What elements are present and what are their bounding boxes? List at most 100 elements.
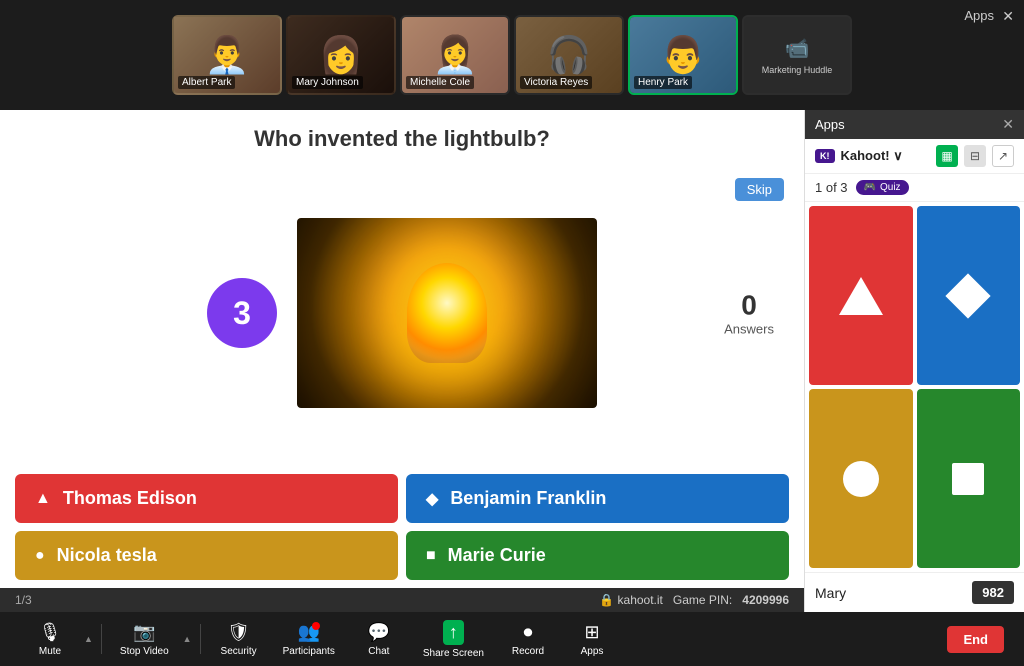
answer-shape-4: ■ (426, 547, 436, 565)
color-tile-yellow[interactable] (809, 389, 913, 568)
color-tile-blue[interactable] (917, 206, 1021, 385)
participant-name-1: Albert Park (178, 76, 235, 89)
quiz-badge: 🎮 Quiz (856, 180, 909, 195)
footer-pin-label: Game PIN: (673, 593, 732, 607)
answer-text-2: Benjamin Franklin (450, 488, 606, 509)
answer-text-1: Thomas Edison (63, 488, 197, 509)
answer-shape-2: ◆ (426, 489, 438, 509)
zoom-control-mute[interactable]: 🎙 Mute (20, 622, 80, 657)
video-label: Stop Video (120, 646, 169, 657)
quiz-badge-text: Quiz (880, 182, 901, 193)
apps-icon: ⊞ (584, 622, 599, 643)
panel-header-icons: ✕ (1002, 116, 1014, 133)
chat-icon: 💬 (368, 622, 390, 643)
panel-close-icon[interactable]: ✕ (1002, 116, 1014, 133)
participant-name-2: Mary Johnson (292, 76, 363, 89)
right-panel: Apps ✕ K! Kahoot! ∨ ▦ ⊟ ↗ 1 of 3 🎮 Quiz (804, 110, 1024, 612)
panel-header: Apps ✕ (805, 110, 1024, 139)
question-text: Who invented the lightbulb? (20, 126, 784, 152)
mute-label: Mute (39, 646, 61, 657)
main-content: Who invented the lightbulb? 3 Skip 0 Ans… (0, 110, 1024, 612)
toolbar-external-btn[interactable]: ↗ (992, 145, 1014, 167)
zoom-control-apps[interactable]: ⊞ Apps (562, 622, 622, 657)
participant-name-4: Victoria Reyes (520, 76, 592, 89)
quiz-status-label: 1 of 3 (815, 180, 848, 195)
toolbar-green-btn[interactable]: ▦ (936, 145, 958, 167)
mute-chevron[interactable]: ▲ (84, 634, 93, 644)
leaderboard-name: Mary (815, 585, 964, 601)
mute-icon: 🎙 (39, 622, 62, 643)
lightbulb-visual (297, 218, 597, 408)
footer-site: kahoot.it (618, 593, 663, 607)
quiz-middle: 3 Skip 0 Answers (0, 162, 804, 464)
answers-number: 0 (724, 290, 774, 322)
participant-video-3[interactable]: 👩‍💼 Michelle Cole (400, 15, 510, 95)
share-label: Share Screen (423, 648, 484, 659)
security-icon: 🛡 (227, 622, 250, 643)
chat-label: Chat (368, 646, 389, 657)
kahoot-logo: K! (815, 149, 835, 163)
quiz-area: Who invented the lightbulb? 3 Skip 0 Ans… (0, 110, 804, 612)
leaderboard-row: Mary 982 (805, 572, 1024, 612)
participant-video-1[interactable]: 👨‍💼 Albert Park (172, 15, 282, 95)
answers-label: Answers (724, 322, 774, 337)
record-label: Record (512, 646, 544, 657)
answer-grid: ▲ Thomas Edison ◆ Benjamin Franklin ● Ni… (0, 464, 804, 588)
quiz-status-bar: 1 of 3 🎮 Quiz (805, 174, 1024, 202)
diamond-shape (946, 273, 991, 318)
participants-label: Participants (283, 646, 335, 657)
share-screen-icon: ↑ (443, 620, 464, 645)
participant-video-2[interactable]: 👩 Mary Johnson (286, 15, 396, 95)
participant-name-5: Henry Park (634, 76, 692, 89)
zoom-control-record[interactable]: ⏺ Record (498, 622, 558, 657)
lightbulb-glow (407, 263, 487, 363)
answer-shape-1: ▲ (35, 490, 51, 508)
quiz-image (297, 218, 597, 408)
leaderboard-score: 982 (972, 581, 1014, 604)
apps-panel-label: Apps (964, 8, 994, 23)
answer-button-1[interactable]: ▲ Thomas Edison (15, 474, 398, 523)
triangle-shape (839, 277, 883, 315)
toolbar-filter-btn[interactable]: ⊟ (964, 145, 986, 167)
answer-shape-3: ● (35, 547, 45, 565)
answer-button-4[interactable]: ■ Marie Curie (406, 531, 789, 580)
answer-text-3: Nicola tesla (57, 545, 157, 566)
zoom-control-chat[interactable]: 💬 Chat (349, 622, 409, 657)
apps-label: Apps (581, 646, 604, 657)
close-icon[interactable]: ✕ (1002, 8, 1014, 25)
lock-icon: 🔒 (599, 593, 614, 607)
color-grid (805, 202, 1024, 572)
color-tile-red[interactable] (809, 206, 913, 385)
record-icon: ⏺ (524, 622, 533, 643)
video-chevron[interactable]: ▲ (183, 634, 192, 644)
participants-icon: 👥 (298, 622, 320, 643)
participant-video-5[interactable]: 👨 Henry Park (628, 15, 738, 95)
kahoot-toolbar: K! Kahoot! ∨ ▦ ⊟ ↗ (805, 139, 1024, 174)
zoom-control-video[interactable]: 📷 Stop Video (110, 622, 179, 657)
zoom-control-share[interactable]: ↑ Share Screen (413, 620, 494, 659)
quiz-footer: 1/3 🔒 kahoot.it Game PIN: 4209996 (0, 588, 804, 612)
zoom-control-participants[interactable]: 👥 Participants (273, 622, 345, 657)
end-button[interactable]: End (947, 626, 1004, 653)
skip-button[interactable]: Skip (735, 178, 784, 201)
toolbar-icons: ▦ ⊟ ↗ (936, 145, 1014, 167)
video-participants-bar: Apps ✕ 👨‍💼 Albert Park 👩 Mary Johnson 👩‍… (0, 0, 1024, 110)
kahoot-brand[interactable]: Kahoot! ∨ (841, 148, 903, 164)
participant-video-6[interactable]: 📹 Marketing Huddle (742, 15, 852, 95)
video-icon: 📷 (133, 622, 155, 643)
participant-video-4[interactable]: 🎧 Victoria Reyes (514, 15, 624, 95)
zoom-bottom-bar: 🎙 Mute ▲ 📷 Stop Video ▲ 🛡 Security 👥 Par… (0, 612, 1024, 666)
divider-1 (101, 624, 102, 654)
answer-button-3[interactable]: ● Nicola tesla (15, 531, 398, 580)
answer-button-2[interactable]: ◆ Benjamin Franklin (406, 474, 789, 523)
answers-count-display: 0 Answers (724, 290, 774, 337)
color-tile-green[interactable] (917, 389, 1021, 568)
divider-2 (200, 624, 201, 654)
zoom-control-security[interactable]: 🛡 Security (209, 622, 269, 657)
question-section: Who invented the lightbulb? (0, 110, 804, 162)
participant-name-3: Michelle Cole (406, 76, 474, 89)
security-label: Security (221, 646, 257, 657)
circle-shape (843, 461, 879, 497)
timer-circle: 3 (207, 278, 277, 348)
page-indicator: 1/3 (15, 593, 32, 607)
